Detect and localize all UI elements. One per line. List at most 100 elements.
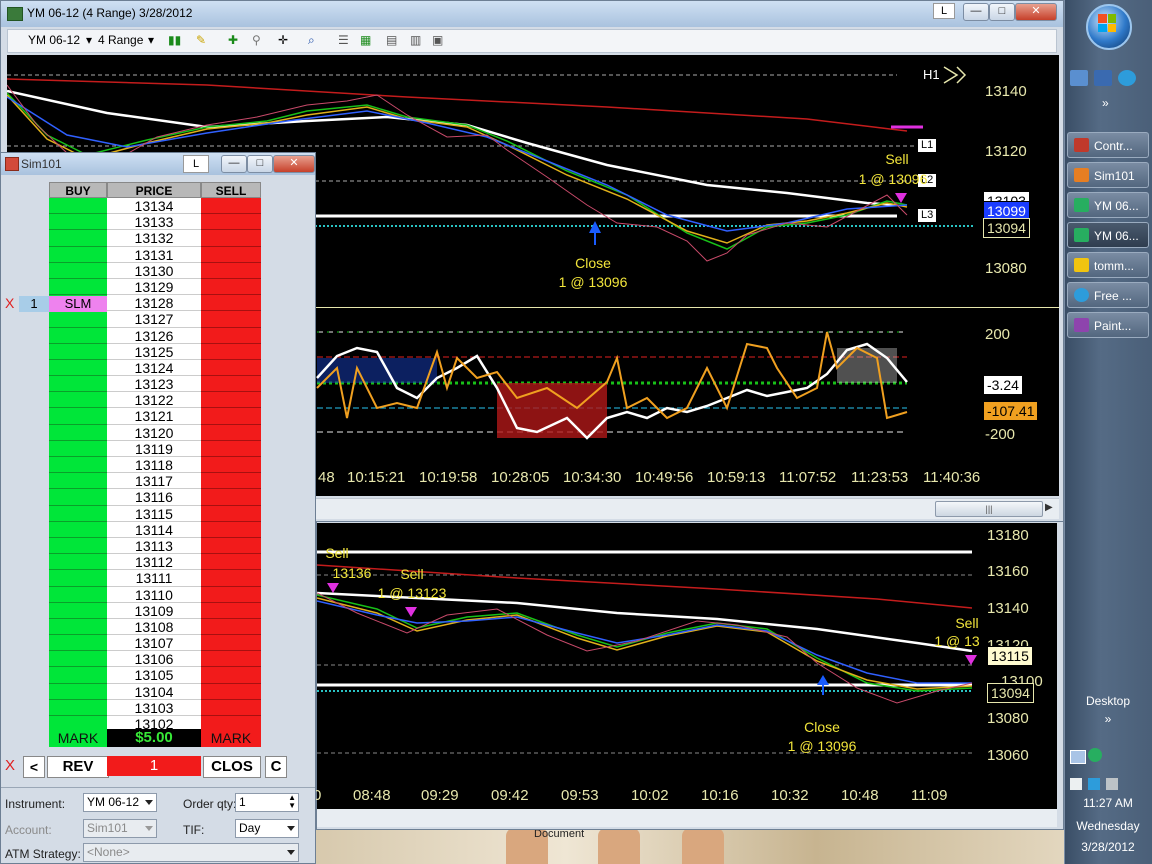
sim-close-button[interactable]: ✕ (273, 155, 315, 173)
sell-cell[interactable] (201, 392, 261, 409)
sell-cell[interactable] (201, 505, 261, 522)
taskbar-item-tomm[interactable]: tomm... (1067, 252, 1149, 278)
data-box-icon[interactable]: ▣ (432, 33, 443, 47)
taskbar-item-chart-2[interactable]: YM 06... (1067, 222, 1149, 248)
reverse-button[interactable]: REV (47, 756, 109, 778)
network-icon[interactable] (1070, 750, 1086, 764)
back-button[interactable]: < (23, 756, 45, 778)
sell-cell[interactable] (201, 440, 261, 457)
buy-cell[interactable] (49, 440, 107, 457)
sell-cell[interactable] (201, 359, 261, 377)
clock-time[interactable]: 11:27 AM (1066, 796, 1150, 810)
buy-cell[interactable] (49, 262, 107, 279)
quicklaunch-expand[interactable]: » (1102, 96, 1109, 110)
sim-link-badge[interactable]: L (183, 155, 209, 173)
zoom-out-icon[interactable]: ⚲ (252, 33, 261, 47)
sell-cell[interactable] (201, 327, 261, 344)
instrument-selector[interactable]: YM 06-12 (28, 33, 80, 47)
sell-cell[interactable] (201, 667, 261, 684)
buy-cell[interactable] (49, 246, 107, 263)
buy-cell[interactable] (49, 667, 107, 684)
taskbar-item-free[interactable]: Free ... (1067, 282, 1149, 308)
sim-titlebar[interactable]: Sim101 L — □ ✕ (1, 153, 315, 175)
buy-cell[interactable] (49, 618, 107, 636)
buy-column[interactable] (49, 198, 107, 733)
mark-sell[interactable]: MARK (201, 729, 261, 747)
taskbar-item-control-center[interactable]: Contr... (1067, 132, 1149, 158)
buy-cell[interactable] (49, 327, 107, 344)
internet-explorer-icon[interactable] (1118, 70, 1136, 86)
sell-cell[interactable] (201, 295, 261, 312)
mark-buy[interactable]: MARK (49, 729, 107, 747)
buy-cell[interactable] (49, 505, 107, 522)
sell-cell[interactable] (201, 699, 261, 716)
sell-cell[interactable] (201, 635, 261, 652)
tif-select[interactable]: Day (235, 819, 299, 838)
sell-cell[interactable] (201, 376, 261, 393)
minimize-button[interactable]: — (963, 3, 989, 21)
chart-titlebar[interactable]: YM 06-12 (4 Range) 3/28/2012 L — □ ✕ (1, 1, 1063, 27)
pencil-icon[interactable]: ✎ (196, 33, 206, 47)
sell-cell[interactable] (201, 343, 261, 360)
buy-cell[interactable] (49, 699, 107, 716)
buy-cell[interactable] (49, 586, 107, 603)
buy-cell[interactable] (49, 343, 107, 360)
volume-icon[interactable] (1106, 778, 1118, 790)
sell-cell[interactable] (201, 424, 261, 441)
scroll-right-arrow[interactable]: ▶ (1045, 502, 1053, 513)
buy-cell[interactable] (49, 602, 107, 619)
sell-cell[interactable] (201, 408, 261, 425)
cancel-order-x[interactable]: X (5, 295, 14, 311)
sell-cell[interactable] (201, 278, 261, 296)
close-position-button[interactable]: CLOS (203, 756, 261, 778)
template-icon[interactable]: ▥ (410, 33, 421, 47)
taskbar-item-chart-1[interactable]: YM 06... (1067, 192, 1149, 218)
maximize-button[interactable]: □ (989, 3, 1015, 21)
period-selector[interactable]: 4 Range (98, 33, 143, 47)
indicators-icon[interactable]: ▦ (360, 33, 371, 47)
sell-cell[interactable] (201, 602, 261, 619)
link-badge[interactable]: L (933, 3, 955, 19)
atm-strategy-select[interactable]: <None> (83, 843, 299, 862)
sell-cell[interactable] (201, 554, 261, 571)
buy-cell[interactable] (49, 376, 107, 393)
sim-window[interactable]: Sim101 L — □ ✕ BUY PRICE SELL 13134 13133… (0, 152, 316, 864)
buy-cell[interactable] (49, 457, 107, 474)
price-column[interactable]: 13134 13133 13132 13131 13130 13129 13128 13127… (107, 198, 201, 733)
desktop-toolbar-label[interactable]: Desktop (1066, 694, 1150, 708)
sell-cell[interactable] (201, 489, 261, 506)
tray-icon[interactable] (1088, 778, 1100, 790)
scrollbar-thumb[interactable]: ||| (935, 501, 1043, 517)
second-chart-window[interactable]: Sell 13136 Sell 1 @ 13123 Sell 1 @ 13 Cl… (313, 520, 1064, 830)
order-qty-cell[interactable]: 1 (19, 296, 49, 312)
taskbar-item-sim101[interactable]: Sim101 (1067, 162, 1149, 188)
chevron-down-icon[interactable]: ▾ (86, 33, 92, 47)
taskbar-item-paint[interactable]: Paint... (1067, 312, 1149, 338)
chevron-down-icon[interactable]: ▾ (148, 33, 154, 47)
slm-order-cell[interactable]: SLM (49, 296, 107, 312)
sell-cell[interactable] (201, 473, 261, 490)
buy-cell[interactable] (49, 359, 107, 377)
sell-cell[interactable] (201, 570, 261, 587)
instrument-select[interactable]: YM 06-12 (83, 793, 157, 812)
sim-minimize-button[interactable]: — (221, 155, 247, 173)
buy-cell[interactable] (49, 554, 107, 571)
cancel-all-x[interactable]: X (5, 757, 15, 774)
buy-cell[interactable] (49, 408, 107, 425)
buy-cell[interactable] (49, 570, 107, 587)
sell-cell[interactable] (201, 230, 261, 247)
order-qty-stepper[interactable]: 1 ▲ ▼ (235, 793, 299, 812)
buy-cell[interactable] (49, 214, 107, 231)
sell-cell[interactable] (201, 262, 261, 279)
bar-type-icon[interactable]: ▮▮ (168, 33, 181, 47)
buy-cell[interactable] (49, 424, 107, 441)
sell-cell[interactable] (201, 311, 261, 328)
crosshair-icon[interactable]: ✛ (278, 33, 288, 47)
zoom-in-icon[interactable]: ✚ (228, 33, 238, 47)
buy-cell[interactable] (49, 198, 107, 215)
buy-cell[interactable] (49, 278, 107, 296)
buy-cell[interactable] (49, 521, 107, 538)
desktop-expand[interactable]: » (1066, 712, 1150, 726)
sim-maximize-button[interactable]: □ (247, 155, 273, 173)
sell-cell[interactable] (201, 586, 261, 603)
